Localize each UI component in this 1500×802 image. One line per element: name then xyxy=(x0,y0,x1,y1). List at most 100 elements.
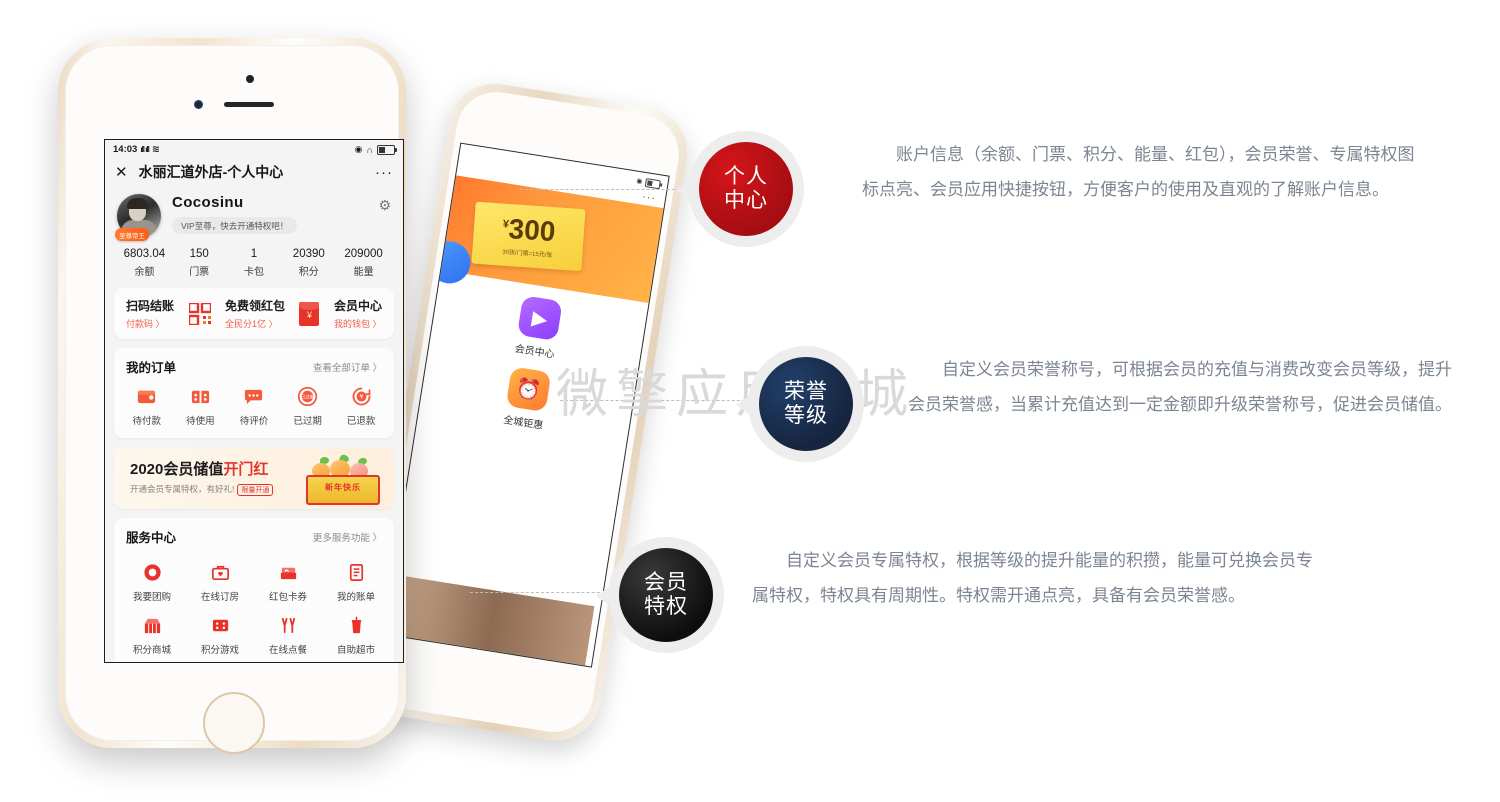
quick-action-member-center[interactable]: 会员中心 我的钱包 〉 xyxy=(334,297,382,330)
banner-title-black: 2020会员储值 xyxy=(130,461,224,478)
service-item-label: 我要团购 xyxy=(132,592,171,603)
callout-badge-line1: 个人 xyxy=(724,164,768,189)
headphone-icon: ∩ xyxy=(366,144,373,155)
gear-icon[interactable]: ⚙ xyxy=(378,197,391,214)
room-booking-icon xyxy=(211,565,229,581)
profile-info: Cocosinu VIP至尊，快去开通特权吧！ xyxy=(172,194,378,234)
banner-pill: 限量开通 xyxy=(237,484,274,496)
quick-action-scan[interactable]: 扫码结账 付款码 〉 xyxy=(126,297,174,330)
callout-badge-1[interactable]: 个人 中心 xyxy=(676,131,804,247)
service-item-room-booking[interactable]: 在线订房 xyxy=(186,562,254,603)
order-status-label: 待评价 xyxy=(239,416,269,427)
service-item-points-game[interactable]: 积分游戏 xyxy=(186,615,254,656)
username-label: Cocosinu xyxy=(172,194,244,211)
promo-banner[interactable]: 2020会员储值开门红 开通会员专属特权，有好礼! 限量开通 新年快乐 xyxy=(114,447,394,509)
callout-badge-3[interactable]: 会员 特权 xyxy=(596,537,724,653)
points-mall-icon xyxy=(144,618,160,634)
service-item-label: 积分游戏 xyxy=(200,645,239,656)
qrcode-icon xyxy=(188,302,211,325)
showcase-stage: 微擎应用商城 ◉ ··· ¥300 30张/门票=15元/张 xyxy=(0,0,1500,802)
stat-label: 门票 xyxy=(189,267,210,278)
callout-badge-2[interactable]: 荣誉 等级 xyxy=(736,346,864,462)
callout-honor-level: 荣誉 等级 xyxy=(736,346,864,462)
order-status-label: 待使用 xyxy=(186,416,215,427)
callout-badge-line1: 会员 xyxy=(644,570,688,595)
service-item-label: 在线订房 xyxy=(200,592,239,603)
order-status-label: 已过期 xyxy=(293,416,322,427)
callout-member-privilege: 会员 特权 xyxy=(596,537,724,653)
foreground-phone-body: 14:03 ıll ıll ≋ ◉ ∩ ✕ 水丽汇道外店-个人中心 ··· 至尊… xyxy=(65,45,404,754)
connector-line-1 xyxy=(520,189,690,190)
signal-icon: ıll ıll xyxy=(140,145,150,154)
wallet-icon xyxy=(138,390,156,404)
quick-actions-row: 扫码结账 付款码 〉 免费领红包 全民分1亿 〉 ¥ 会员中心 我的钱包 〉 xyxy=(114,288,394,339)
stat-value: 209000 xyxy=(344,248,383,260)
callout-disc-1: 个人 中心 xyxy=(699,142,793,236)
stat-balance[interactable]: 6803.04 余额 xyxy=(117,248,172,278)
home-button[interactable] xyxy=(203,692,265,754)
order-status-unpaid[interactable]: 待付款 xyxy=(120,386,174,427)
foreground-phone: 14:03 ıll ıll ≋ ◉ ∩ ✕ 水丽汇道外店-个人中心 ··· 至尊… xyxy=(58,38,406,754)
coupon-value: 300 xyxy=(507,212,557,247)
stat-label: 卡包 xyxy=(243,267,264,278)
self-market-icon xyxy=(351,616,361,634)
service-item-order-food[interactable]: 在线点餐 xyxy=(254,615,322,656)
stat-cards[interactable]: 1 卡包 xyxy=(227,248,282,278)
service-item-bill[interactable]: 我的账单 xyxy=(322,562,390,603)
service-more-link[interactable]: 更多服务功能 〉 xyxy=(313,530,382,544)
quick-action-sub: 全民分1亿 〉 xyxy=(224,319,278,329)
service-item-group-buy[interactable]: 我要团购 xyxy=(118,562,186,603)
close-icon[interactable]: ✕ xyxy=(115,165,128,180)
order-status-expired[interactable]: 已过期 已过期 xyxy=(281,386,335,427)
order-status-review[interactable]: 待评价 xyxy=(227,386,281,427)
group-buy-icon xyxy=(143,564,161,581)
order-status-refunded[interactable]: ¥ 已退款 xyxy=(334,386,388,427)
stat-points[interactable]: 20390 积分 xyxy=(281,248,336,278)
honor-badge: 至尊帝王 xyxy=(115,228,149,241)
order-status-unused[interactable]: 待使用 xyxy=(174,386,228,427)
wifi-icon: ≋ xyxy=(151,144,160,155)
order-food-icon xyxy=(281,617,295,634)
stat-value: 6803.04 xyxy=(123,248,166,260)
connector-line-3 xyxy=(470,592,615,593)
service-item-label: 红包卡券 xyxy=(268,592,307,603)
service-item-self-market[interactable]: 自助超市 xyxy=(322,615,390,656)
service-item-label: 积分商城 xyxy=(132,645,171,656)
service-card: 服务中心 更多服务功能 〉 我要团购 在线订房 红包卡券 我的账单 积分商城 积… xyxy=(114,518,394,662)
quick-action-sub: 付款码 〉 xyxy=(126,319,165,329)
profile-row: 至尊帝王 Cocosinu VIP至尊，快去开通特权吧！ ⚙ xyxy=(115,194,391,241)
service-item-label: 自助超市 xyxy=(336,645,375,656)
banner-subtitle: 开通会员专属特权，有好礼! xyxy=(130,484,235,494)
callout-disc-3: 会员 特权 xyxy=(619,548,713,642)
ticket-icon xyxy=(191,390,209,404)
stat-label: 能量 xyxy=(353,267,374,278)
vip-tag[interactable]: VIP至尊，快去开通特权吧！ xyxy=(172,217,298,234)
banner-box: 新年快乐 xyxy=(306,475,380,505)
banner-artwork: 新年快乐 xyxy=(298,453,384,505)
background-coupon: ¥300 30张/门票=15元/张 xyxy=(471,201,586,272)
coupon-icon xyxy=(280,567,296,580)
callout-text-2: 自定义会员荣誉称号，可根据会员的充值与消费改变会员等级，提升会员荣誉感，当累计充… xyxy=(908,360,1452,415)
service-item-points-mall[interactable]: 积分商城 xyxy=(118,615,186,656)
more-icon[interactable]: ··· xyxy=(375,165,393,180)
sensor-dot-icon xyxy=(246,75,254,83)
callout-personal-center: 个人 中心 xyxy=(676,131,804,247)
refund-icon: ¥ xyxy=(352,387,371,406)
callout-text-1: 账户信息（余额、门票、积分、能量、红包），会员荣誉、专属特权图标点亮、会员应用快… xyxy=(862,145,1415,200)
stat-label: 积分 xyxy=(298,267,319,278)
stat-energy[interactable]: 209000 能量 xyxy=(336,248,391,278)
svg-text:已过期: 已过期 xyxy=(300,393,315,400)
banner-subtitle-row: 开通会员专属特权，有好礼! 限量开通 xyxy=(130,483,274,496)
stat-value: 1 xyxy=(250,248,258,260)
service-item-coupon[interactable]: 红包卡券 xyxy=(254,562,322,603)
quick-action-sub: 我的钱包 〉 xyxy=(333,319,382,329)
avatar-wrapper[interactable]: 至尊帝王 xyxy=(115,194,161,241)
banner-title: 2020会员储值开门红 xyxy=(130,458,268,479)
statusbar-left: 14:03 ıll ıll ≋ xyxy=(113,144,160,155)
quick-action-redpacket[interactable]: 免费领红包 全民分1亿 〉 xyxy=(225,297,285,330)
background-app-label-2: 全城钜惠 xyxy=(502,414,544,432)
quick-actions-card: 扫码结账 付款码 〉 免费领红包 全民分1亿 〉 ¥ 会员中心 我的钱包 〉 xyxy=(114,288,394,339)
redpacket-icon: ¥ xyxy=(299,301,320,326)
stat-tickets[interactable]: 150 门票 xyxy=(172,248,227,278)
orders-view-all-link[interactable]: 查看全部订单 〉 xyxy=(313,360,382,374)
